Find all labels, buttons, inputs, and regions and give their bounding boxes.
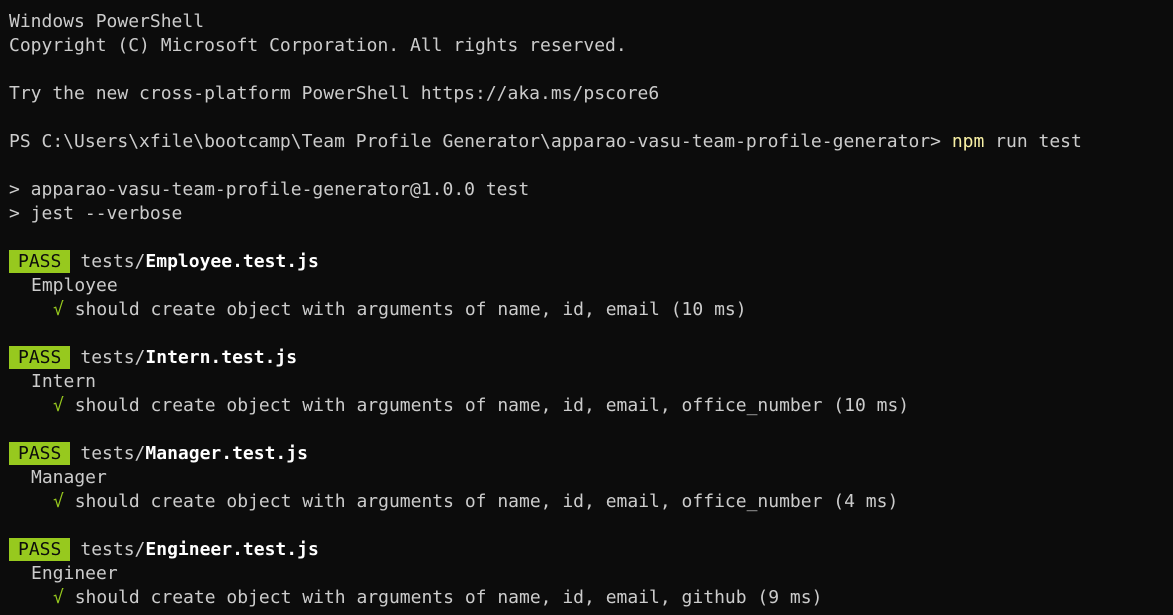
test-dir: tests/ <box>80 251 146 272</box>
prompt-path: PS C:\Users\xfile\bootcamp\Team Profile … <box>9 131 952 152</box>
test-dir: tests/ <box>80 539 146 560</box>
test-result-header: PASS tests/Intern.test.js <box>9 346 1173 370</box>
test-file: Employee.test.js <box>145 251 319 272</box>
checkmark-icon: √ <box>53 587 64 608</box>
test-suite-name: Intern <box>31 371 97 392</box>
test-suite-name: Engineer <box>31 563 118 584</box>
pass-badge: PASS <box>9 250 71 273</box>
pass-badge: PASS <box>9 346 71 369</box>
script-line-jest: > jest --verbose <box>9 203 183 224</box>
test-result-header: PASS tests/Employee.test.js <box>9 250 1173 274</box>
test-case: √ should create object with arguments of… <box>9 490 1173 514</box>
script-line-package: > apparao-vasu-team-profile-generator@1.… <box>9 179 530 200</box>
header-copyright: Copyright (C) Microsoft Corporation. All… <box>9 35 627 56</box>
test-dir: tests/ <box>80 443 146 464</box>
test-case: √ should create object with arguments of… <box>9 298 1173 322</box>
test-case-text: should create object with arguments of n… <box>74 587 823 608</box>
checkmark-icon: √ <box>53 299 64 320</box>
test-suite-name: Manager <box>31 467 107 488</box>
test-case-text: should create object with arguments of n… <box>74 299 747 320</box>
test-case-text: should create object with arguments of n… <box>74 491 899 512</box>
command-prompt-line: PS C:\Users\xfile\bootcamp\Team Profile … <box>9 130 1173 154</box>
checkmark-icon: √ <box>53 395 64 416</box>
test-file: Manager.test.js <box>145 443 308 464</box>
pass-badge: PASS <box>9 442 71 465</box>
pass-badge: PASS <box>9 538 71 561</box>
test-case-text: should create object with arguments of n… <box>74 395 910 416</box>
test-file: Intern.test.js <box>145 347 298 368</box>
header-title: Windows PowerShell <box>9 11 205 32</box>
test-result-header: PASS tests/Engineer.test.js <box>9 538 1173 562</box>
command-args: run test <box>984 131 1082 152</box>
test-dir: tests/ <box>80 347 146 368</box>
command-npm: npm <box>951 131 985 152</box>
powershell-terminal[interactable]: Windows PowerShell Copyright (C) Microso… <box>0 0 1173 615</box>
test-suite-name: Employee <box>31 275 118 296</box>
test-case: √ should create object with arguments of… <box>9 394 1173 418</box>
header-pscore-hint: Try the new cross-platform PowerShell ht… <box>9 83 660 104</box>
test-case: √ should create object with arguments of… <box>9 586 1173 610</box>
test-result-header: PASS tests/Manager.test.js <box>9 442 1173 466</box>
checkmark-icon: √ <box>53 491 64 512</box>
test-file: Engineer.test.js <box>145 539 319 560</box>
